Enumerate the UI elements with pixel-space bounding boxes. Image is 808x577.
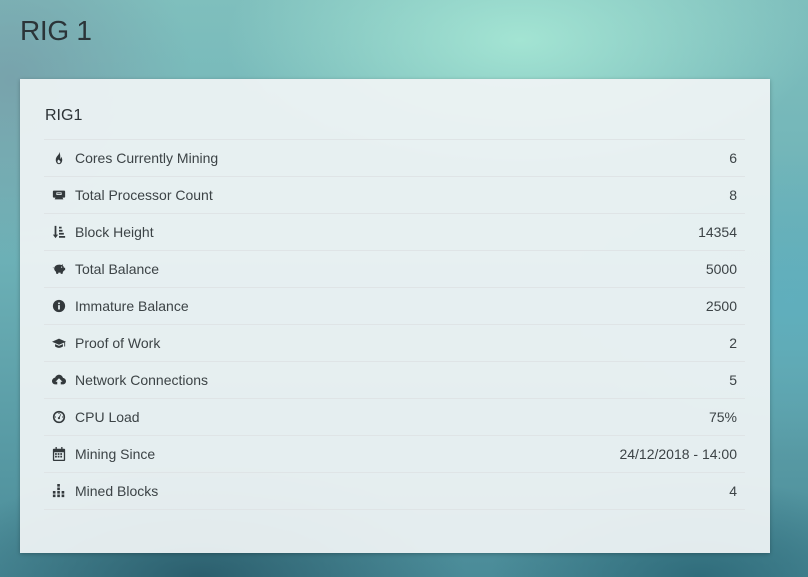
cloud-upload-icon bbox=[51, 372, 67, 388]
piggy-bank-icon bbox=[51, 261, 67, 277]
stat-row-cores-mining: Cores Currently Mining 6 bbox=[44, 140, 745, 177]
stat-value: 4 bbox=[729, 483, 737, 499]
sort-amount-icon bbox=[51, 224, 67, 240]
fire-icon bbox=[51, 150, 67, 166]
stat-label: Mining Since bbox=[75, 446, 156, 462]
stat-row-proof-of-work: Proof of Work 2 bbox=[44, 325, 745, 362]
stat-label: Total Balance bbox=[75, 261, 160, 277]
stat-value: 6 bbox=[729, 150, 737, 166]
stat-row-mined-blocks: Mined Blocks 4 bbox=[44, 473, 745, 510]
stat-value: 5 bbox=[729, 372, 737, 388]
bar-blocks-icon bbox=[51, 483, 67, 499]
stat-label: Total Processor Count bbox=[75, 187, 213, 203]
stat-label: Mined Blocks bbox=[75, 483, 159, 499]
stat-label: CPU Load bbox=[75, 409, 140, 425]
info-circle-icon bbox=[51, 298, 67, 314]
rig-stats-card: RIG1 Cores Currently Mining 6 Total Proc… bbox=[20, 79, 770, 553]
stat-row-cpu-load: CPU Load 75% bbox=[44, 399, 745, 436]
stat-row-processor-count: Total Processor Count 8 bbox=[44, 177, 745, 214]
stat-row-block-height: Block Height 14354 bbox=[44, 214, 745, 251]
stat-value: 14354 bbox=[698, 224, 737, 240]
stat-value: 5000 bbox=[705, 261, 737, 277]
stat-label: Immature Balance bbox=[75, 298, 189, 314]
card-title: RIG1 bbox=[45, 107, 83, 124]
processor-icon bbox=[51, 187, 67, 203]
stat-value: 2 bbox=[729, 335, 737, 351]
calendar-icon bbox=[51, 446, 67, 462]
stat-label: Network Connections bbox=[75, 372, 209, 388]
stat-value: 8 bbox=[729, 187, 737, 203]
stat-row-immature-balance: Immature Balance 2500 bbox=[44, 288, 745, 325]
stats-list: Cores Currently Mining 6 Total Processor… bbox=[44, 139, 745, 510]
stat-row-network-connections: Network Connections 5 bbox=[44, 362, 745, 399]
stat-row-total-balance: Total Balance 5000 bbox=[44, 251, 745, 288]
graduation-cap-icon bbox=[51, 335, 67, 351]
stat-row-mining-since: Mining Since 24/12/2018 - 14:00 bbox=[44, 436, 745, 473]
stat-label: Proof of Work bbox=[75, 335, 161, 351]
page-title: RIG 1 bbox=[20, 15, 92, 46]
stat-label: Cores Currently Mining bbox=[75, 150, 219, 166]
stat-value: 75% bbox=[708, 409, 737, 425]
stat-value: 2500 bbox=[705, 298, 737, 314]
stat-value: 24/12/2018 - 14:00 bbox=[619, 446, 737, 462]
dashboard-gauge-icon bbox=[51, 409, 67, 425]
stat-label: Block Height bbox=[75, 224, 154, 240]
